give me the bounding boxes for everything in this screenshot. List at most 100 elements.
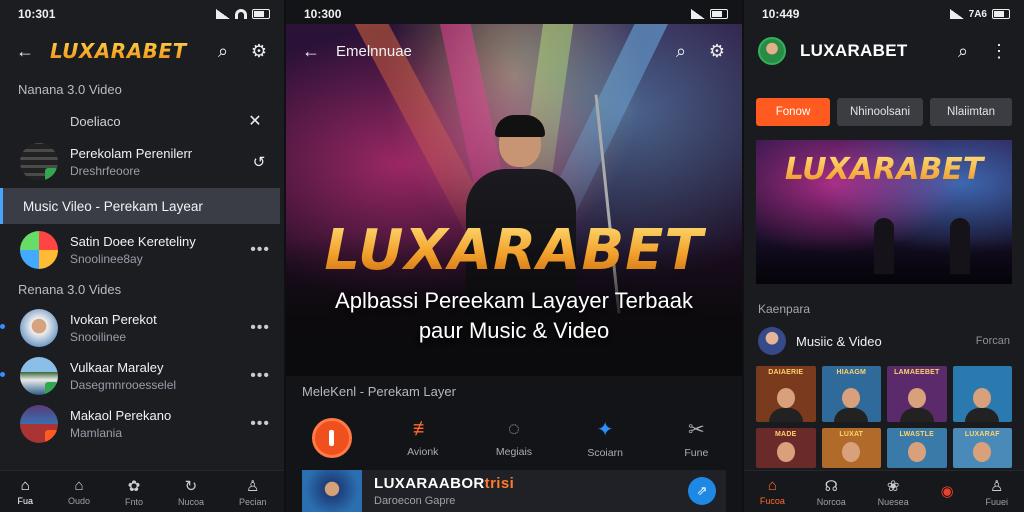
list-item[interactable]: Perekolam Perenilerr Dreshrfeoore ↺ (0, 138, 284, 186)
settings-icon[interactable]: ⚙ (706, 40, 728, 62)
video-tile[interactable]: LUXARAF (952, 428, 1012, 468)
media-card[interactable]: LUXARAABORtrisi Daroecon Gapre ⇗ (302, 470, 726, 512)
card-thumbnail (302, 470, 362, 512)
card-title: LUXARAABORtrisi (374, 475, 515, 492)
search-icon[interactable]: ⌕ (670, 40, 692, 62)
back-arrow-icon[interactable]: ← (14, 40, 36, 62)
status-bar: 10:300 (286, 0, 742, 28)
apps-icon: ✿ (127, 477, 141, 495)
selected-list-item[interactable]: Music Vileo - Perekam Layear (0, 188, 280, 224)
back-arrow-icon[interactable]: ← (300, 40, 322, 62)
page-title: Emelnnuae (336, 42, 412, 60)
equalizer-icon: ≢ (412, 418, 433, 440)
more-options-icon[interactable]: ••• (250, 241, 270, 259)
item-subtitle: Dreshrfeoore (70, 164, 141, 178)
thumbnail (20, 405, 58, 443)
channel-avatar (758, 327, 786, 355)
banner-brand-logo: LUXARABET (756, 152, 1012, 187)
search-icon[interactable]: ⌕ (952, 40, 974, 62)
more-options-icon[interactable]: ••• (250, 367, 270, 385)
item-subtitle: Snooilinee (70, 330, 127, 344)
item-subtitle: Snoolinee8ay (70, 252, 143, 266)
share-icon: ⇗ (696, 483, 708, 498)
item-title: Ivokan Perekot (70, 312, 157, 327)
action-avionk[interactable]: ≢ Avionk (388, 418, 458, 458)
item-subtitle: Mamlania (70, 426, 123, 440)
video-tile[interactable] (952, 366, 1012, 422)
more-vert-icon[interactable]: ⋮ (988, 40, 1010, 62)
signal-icon (691, 9, 705, 19)
action-megiais[interactable]: ◌ Megiais (479, 418, 549, 458)
nav-listen[interactable]: ☊ Norcoa (817, 477, 846, 507)
brand-logo: LUXARABET (50, 39, 198, 63)
person-icon: ♙ (990, 477, 1004, 495)
action-bar: ≢ Avionk ◌ Megiais ✦ Scoiarn ✂ Fune (286, 410, 742, 466)
list-item[interactable]: Satin Doee Kereteliny Snoolinee8ay ••• (0, 226, 284, 274)
chat-icon: ◌ (508, 418, 520, 440)
more-options-icon[interactable]: ••• (250, 319, 270, 337)
phone-screen-library: 10:301 ← LUXARABET ⌕ ⚙ Nanana 3.0 Video … (0, 0, 284, 512)
nav-explore[interactable]: ⌂ Oudo (68, 477, 90, 506)
signal-icon (216, 9, 230, 19)
video-tile[interactable]: LWASTLE (887, 428, 947, 468)
battery-icon (992, 9, 1010, 19)
channel-row[interactable]: Musiic & Video Forcan (758, 326, 1010, 356)
subheader-label: Doeliaco (70, 113, 121, 129)
search-icon[interactable]: ⌕ (212, 40, 234, 62)
chip-fonow[interactable]: Fonow (756, 98, 830, 126)
list-item[interactable]: Ivokan Perekot Snooilinee ••• (0, 304, 284, 352)
action-scoiarn[interactable]: ✦ Scoiarn (570, 417, 640, 459)
nav-refresh[interactable]: ↻ Nucoa (178, 477, 204, 507)
nav-profile[interactable]: ♙ Fuuei (986, 477, 1009, 507)
close-icon[interactable]: ✕ (244, 110, 266, 132)
thumbnail (20, 231, 58, 269)
settings-icon[interactable]: ⚙ (248, 40, 270, 62)
nav-record[interactable]: ◉ (941, 482, 954, 502)
list-item[interactable]: Makaol Perekano Mamlania ••• (0, 400, 284, 448)
status-bar: 10:449 7A6 (744, 0, 1024, 28)
action-fune[interactable]: ✂ Fune (661, 417, 731, 459)
nav-profile[interactable]: ♙ Pecian (239, 477, 267, 507)
video-tile[interactable]: LUXAT (821, 428, 881, 468)
video-tile[interactable]: DAIAERIE (756, 366, 816, 422)
card-subtitle: Daroecon Gapre (374, 495, 456, 507)
nav-gallery[interactable]: ❀ Nuesea (878, 477, 909, 507)
record-icon (311, 418, 352, 458)
signal-icon (949, 9, 964, 19)
video-tile[interactable]: LAMAEEBET (887, 366, 947, 422)
nav-apps[interactable]: ✿ Fnto (125, 477, 143, 507)
list-item[interactable]: Vulkaar Maraley Dasegmnrooesselel ••• (0, 352, 284, 400)
channel-title: Musiic & Video (796, 333, 882, 349)
video-tile[interactable]: HIAAGM (821, 366, 881, 422)
video-grid: DAIAERIE HIAAGM LAMAEEBET MADE LUXAT LWA… (756, 366, 1012, 468)
featured-banner[interactable]: LUXARABET (756, 140, 1012, 284)
app-bar: ← Emelnnuae ⌕ ⚙ (286, 28, 742, 74)
status-time: 10:449 (762, 7, 800, 21)
replay-icon[interactable]: ↺ (248, 151, 270, 173)
cut-icon: ✂ (687, 419, 705, 441)
thumbnail (20, 309, 58, 347)
gallery-icon: ❀ (886, 477, 900, 495)
section-header: Kaenpara (758, 302, 811, 316)
app-bar: LUXARABET ⌕ ⋮ (744, 28, 1024, 74)
bottom-navigation: ⌂ Fua ⌂ Oudo ✿ Fnto ↻ Nucoa ♙ Pecian (0, 470, 284, 512)
item-title: Perekolam Perenilerr (70, 146, 193, 161)
refresh-icon: ↻ (184, 477, 198, 495)
section-header: Renana 3.0 Vides (18, 282, 122, 297)
battery-icon (710, 9, 728, 19)
more-options-icon[interactable]: ••• (250, 415, 270, 433)
status-time: 10:301 (18, 7, 56, 21)
video-tile[interactable]: MADE (756, 428, 816, 468)
status-bar: 10:301 (0, 0, 284, 28)
unread-dot (0, 324, 5, 329)
item-title: Vulkaar Maraley (70, 360, 164, 375)
chip-nlaiimtan[interactable]: Nlaiimtan (930, 98, 1012, 126)
chip-nhinoolsani[interactable]: Nhinoolsani (837, 98, 923, 126)
avatar[interactable] (758, 37, 786, 65)
nav-home[interactable]: ⌂ Fucoa (760, 477, 785, 506)
hero-brand-logo: LUXARABET (286, 218, 742, 283)
record-button[interactable] (297, 418, 367, 458)
phone-screen-home: 10:449 7A6 LUXARABET ⌕ ⋮ Fonow Nhinoolsa… (744, 0, 1024, 512)
share-button[interactable]: ⇗ (688, 477, 716, 505)
nav-home[interactable]: ⌂ Fua (17, 477, 33, 506)
